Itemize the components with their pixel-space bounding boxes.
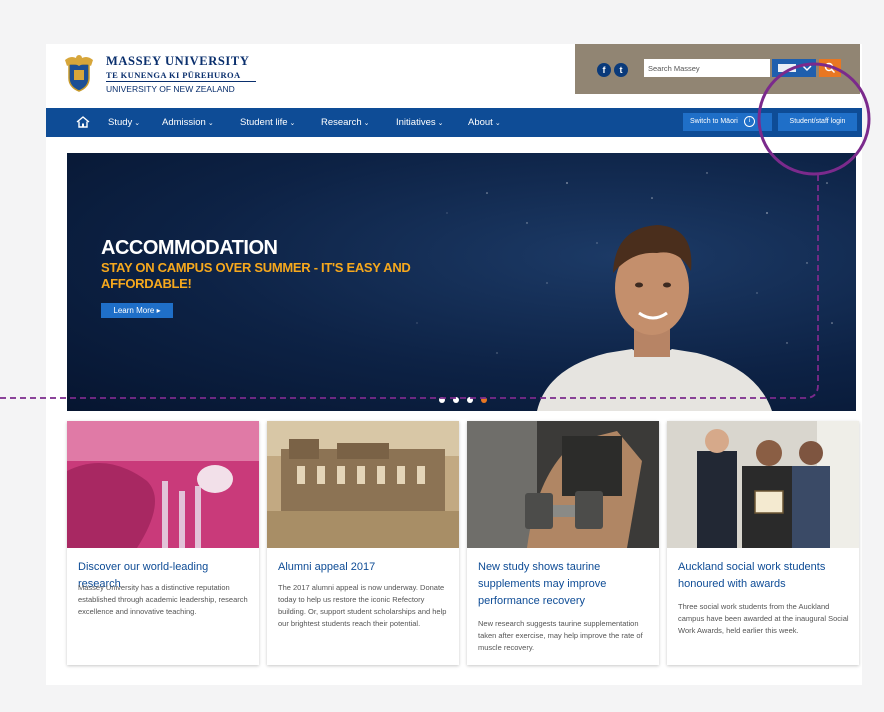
- chevron-down-icon: ⌄: [134, 120, 141, 127]
- hero-carousel[interactable]: ACCOMMODATION STAY ON CAMPUS OVER SUMMER…: [67, 153, 856, 411]
- info-icon: i: [743, 115, 755, 127]
- carousel-dot-4-active[interactable]: [481, 397, 487, 403]
- nav-item-label: Study: [108, 117, 133, 128]
- search-input[interactable]: [644, 59, 770, 77]
- dumbbell-workout-image: [467, 421, 659, 548]
- nav-item-label: Admission: [162, 117, 206, 128]
- chevron-down-icon: [778, 64, 812, 72]
- learn-more-button[interactable]: Learn More ▸: [101, 303, 173, 318]
- carousel-dot-2[interactable]: [453, 397, 459, 403]
- facebook-icon[interactable]: f: [597, 63, 611, 77]
- nav-item-about[interactable]: About ⌄: [468, 117, 501, 128]
- learn-more-label: Learn More: [113, 306, 155, 315]
- chevron-down-icon: ⌄: [289, 120, 296, 127]
- card-description: Three social work students from the Auck…: [678, 602, 849, 635]
- nav-item-label: Initiatives: [396, 117, 436, 128]
- chevron-down-icon: ⌄: [437, 120, 444, 127]
- hero-title: ACCOMMODATION: [101, 237, 278, 259]
- card-title[interactable]: Auckland social work students honoured w…: [678, 559, 850, 593]
- nav-item-initiatives[interactable]: Initiatives ⌄: [396, 117, 443, 128]
- brand-maori-name: TE KUNENGA KI PŪREHUROA: [106, 70, 241, 80]
- brand-divider: [106, 81, 256, 82]
- nav-item-admission[interactable]: Admission ⌄: [162, 117, 214, 128]
- carousel-dot-3[interactable]: [467, 397, 473, 403]
- refectory-building-image: [267, 421, 459, 548]
- news-card-taurine[interactable]: New study shows taurine supplements may …: [467, 421, 659, 665]
- search-icon: [824, 62, 836, 74]
- news-card-alumni[interactable]: Alumni appeal 2017 The 2017 alumni appea…: [267, 421, 459, 665]
- chevron-down-icon: ⌄: [363, 120, 370, 127]
- nav-item-study[interactable]: Study ⌄: [108, 117, 140, 128]
- switch-to-maori-button[interactable]: Switch to Māori i: [683, 113, 772, 131]
- news-card-research[interactable]: Discover our world-leading research Mass…: [67, 421, 259, 665]
- card-description: New research suggests taurine supplement…: [478, 619, 643, 652]
- nav-item-student-life[interactable]: Student life ⌄: [240, 117, 295, 128]
- carousel-dot-1[interactable]: [439, 397, 445, 403]
- news-card-social-work[interactable]: Auckland social work students honoured w…: [667, 421, 859, 665]
- maori-button-label: Switch to Māori: [690, 118, 738, 125]
- brand-name: MASSEY UNIVERSITY: [106, 54, 250, 68]
- card-title[interactable]: New study shows taurine supplements may …: [478, 559, 650, 610]
- nav-item-label: About: [468, 117, 493, 128]
- brand-tagline: UNIVERSITY OF NEW ZEALAND: [106, 84, 235, 94]
- twitter-icon[interactable]: t: [614, 63, 628, 77]
- crest-icon: [65, 55, 93, 92]
- chevron-right-icon: ▸: [156, 306, 161, 315]
- nav-item-research[interactable]: Research ⌄: [321, 117, 370, 128]
- award-winners-image: [667, 421, 859, 548]
- card-description: Massey University has a distinctive repu…: [78, 583, 248, 616]
- card-title[interactable]: Alumni appeal 2017: [278, 559, 450, 576]
- home-icon[interactable]: [76, 116, 90, 128]
- chevron-down-icon: ⌄: [494, 120, 501, 127]
- nav-item-label: Student life: [240, 117, 288, 128]
- search-scope-select[interactable]: [772, 59, 816, 77]
- card-description: The 2017 alumni appeal is now underway. …: [278, 583, 447, 628]
- student-staff-login-button[interactable]: Student/staff login: [778, 113, 857, 131]
- hero-subtitle: STAY ON CAMPUS OVER SUMMER - IT'S EASY A…: [101, 260, 411, 291]
- massey-logo[interactable]: MASSEY UNIVERSITY TE KUNENGA KI PŪREHURO…: [65, 52, 265, 102]
- chevron-down-icon: ⌄: [207, 120, 214, 127]
- nav-item-label: Research: [321, 117, 362, 128]
- search-button[interactable]: [819, 59, 841, 77]
- lab-research-image: [67, 421, 259, 548]
